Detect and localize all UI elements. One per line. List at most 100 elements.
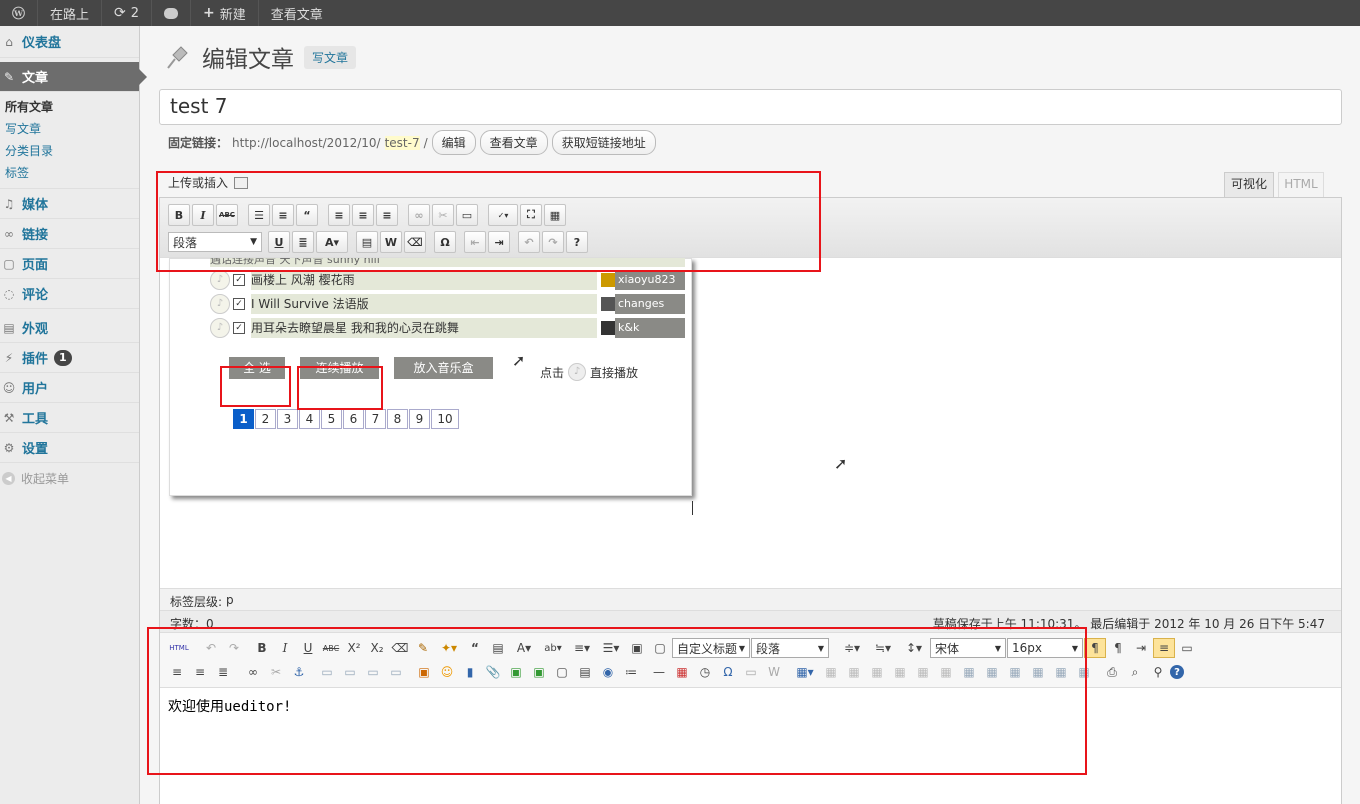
- song-user[interactable]: k&k: [615, 317, 685, 338]
- add-to-music-box-button[interactable]: 放入音乐盒: [394, 357, 493, 379]
- music-note-icon[interactable]: ♪: [210, 317, 230, 338]
- menu-dashboard[interactable]: ⌂ 仪表盘: [0, 26, 139, 58]
- pager-item[interactable]: 3: [277, 409, 298, 429]
- pager-item-active[interactable]: 1: [233, 409, 254, 429]
- new-label: 新建: [219, 7, 246, 23]
- permalink-trail: /: [423, 135, 428, 150]
- annotation-box-ueditor: [147, 627, 1087, 775]
- permalink-row: 固定链接： http://localhost/2012/10/test-7/ 编…: [168, 130, 656, 155]
- path-value[interactable]: p: [226, 593, 234, 607]
- submenu-all-posts[interactable]: 所有文章: [5, 96, 139, 118]
- user-avatar: [601, 272, 615, 287]
- annotation-box-continuous-play: [297, 366, 383, 410]
- updates-link[interactable]: ⟳ 2: [102, 0, 153, 26]
- refresh-icon: ⟳: [114, 5, 126, 21]
- user-avatar: [601, 320, 615, 335]
- preview-icon[interactable]: ▭: [1176, 638, 1198, 658]
- menu-comments-label: 评论: [22, 288, 49, 303]
- music-list: ♪ ✓ 画楼上 风潮 樱花雨 xiaoyu823 ♪ ✓ I Will Surv…: [210, 268, 685, 340]
- menu-tools-label: 工具: [22, 412, 49, 427]
- settings-icon: ⚙: [3, 440, 15, 455]
- song-checkbox[interactable]: ✓: [233, 297, 245, 310]
- site-name-label: 在路上: [50, 7, 90, 23]
- rtl-icon[interactable]: ¶: [1107, 638, 1129, 658]
- menu-appearance[interactable]: ▤ 外观: [0, 313, 139, 343]
- song-title[interactable]: 用耳朵去瞭望晨星 我和我的心灵在跳舞: [251, 317, 597, 338]
- wrench-icon: ⚒: [3, 410, 15, 425]
- music-note-icon[interactable]: ♪: [210, 293, 230, 314]
- permalink-url: http://localhost/2012/10/: [232, 135, 381, 150]
- pager-item[interactable]: 8: [387, 409, 408, 429]
- menu-settings-label: 设置: [22, 442, 49, 457]
- pager-item[interactable]: 9: [409, 409, 430, 429]
- pager-item[interactable]: 5: [321, 409, 342, 429]
- appearance-icon: ▤: [3, 320, 15, 335]
- search-replace-icon[interactable]: ⚲: [1147, 662, 1169, 682]
- tab-html[interactable]: HTML: [1278, 172, 1324, 197]
- menu-posts[interactable]: ✎ 文章: [0, 62, 147, 92]
- direct-play-hint: 点击 ♪ 直接播放: [540, 363, 638, 381]
- submenu-categories[interactable]: 分类目录: [5, 140, 139, 162]
- pager-item[interactable]: 6: [343, 409, 364, 429]
- collapse-menu-label: 收起菜单: [21, 471, 70, 486]
- menu-settings[interactable]: ⚙ 设置: [0, 433, 139, 463]
- menu-users-label: 用户: [22, 382, 49, 397]
- music-row: ♪ ✓ 用耳朵去瞭望晨星 我和我的心灵在跳舞 k&k: [210, 316, 685, 339]
- collapse-menu[interactable]: ◀ 收起菜单: [0, 463, 139, 493]
- menu-dashboard-label: 仪表盘: [22, 36, 62, 51]
- text-caret: [692, 501, 693, 515]
- preview-search-icon[interactable]: ⌕: [1124, 662, 1146, 682]
- comments-link[interactable]: [152, 0, 192, 26]
- annotation-box-tinymce-toolbar: [156, 171, 821, 272]
- menu-comments[interactable]: ◌ 评论: [0, 279, 139, 309]
- edit-permalink-button[interactable]: 编辑: [431, 130, 476, 155]
- song-user[interactable]: changes: [615, 293, 685, 314]
- song-checkbox[interactable]: ✓: [233, 321, 245, 334]
- justify-left-icon[interactable]: ≡: [1153, 638, 1175, 658]
- pager-item[interactable]: 7: [365, 409, 386, 429]
- get-shortlink-button[interactable]: 获取短链接地址: [551, 130, 656, 155]
- song-user[interactable]: xiaoyu823: [615, 269, 685, 290]
- help-icon[interactable]: ?: [1170, 665, 1184, 679]
- song-title[interactable]: I Will Survive 法语版: [251, 293, 597, 314]
- editor-content-area[interactable]: 遇话连接声音 天下声音 sunny hill ♪ ✓ 画楼上 风潮 樱花雨 xi…: [160, 258, 1341, 588]
- song-checkbox[interactable]: ✓: [233, 273, 245, 286]
- menu-links[interactable]: ∞ 链接: [0, 219, 139, 249]
- print-icon[interactable]: ⎙: [1101, 662, 1123, 682]
- chain-link-icon: ∞: [4, 226, 14, 241]
- menu-users[interactable]: ☺ 用户: [0, 373, 139, 403]
- posts-submenu: 所有文章 写文章 分类目录 标签: [0, 92, 139, 189]
- pager-item[interactable]: 2: [255, 409, 276, 429]
- view-post-button[interactable]: 查看文章: [479, 130, 548, 155]
- tab-visual[interactable]: 可视化: [1224, 172, 1274, 197]
- direct-play-label: 直接播放: [590, 365, 639, 380]
- add-new-post-button[interactable]: 写文章: [304, 45, 357, 69]
- post-title-input[interactable]: test 7: [159, 89, 1342, 125]
- menu-appearance-label: 外观: [22, 322, 49, 337]
- wordpress-logo-icon[interactable]: W: [0, 0, 38, 26]
- new-content-link[interactable]: + 新建: [191, 0, 259, 26]
- page-header: 编辑文章 写文章: [162, 40, 357, 74]
- menu-plugins-label: 插件: [22, 352, 49, 367]
- indent-icon[interactable]: ⇥: [1130, 638, 1152, 658]
- users-icon: ☺: [2, 380, 16, 395]
- menu-posts-label: 文章: [22, 71, 49, 86]
- submenu-tags[interactable]: 标签: [5, 162, 139, 184]
- ltr-icon[interactable]: ¶: [1084, 638, 1106, 658]
- permalink-label: 固定链接：: [168, 136, 229, 150]
- menu-plugins[interactable]: ⚡ 插件 1: [0, 343, 139, 373]
- site-name-link[interactable]: 在路上: [38, 0, 103, 26]
- mouse-cursor-icon: ➚: [834, 454, 848, 473]
- submenu-add-post[interactable]: 写文章: [5, 118, 139, 140]
- song-title[interactable]: 画楼上 风潮 樱花雨: [251, 269, 597, 290]
- menu-pages[interactable]: ▢ 页面: [0, 249, 139, 279]
- permalink-slug[interactable]: test-7: [384, 135, 420, 150]
- menu-media[interactable]: ♫ 媒体: [0, 189, 139, 219]
- comment-bubble-icon: [164, 7, 179, 19]
- music-note-icon[interactable]: ♪: [210, 269, 230, 290]
- view-post-link[interactable]: 查看文章: [259, 0, 335, 26]
- pager-item[interactable]: 10: [431, 409, 459, 429]
- click-label: 点击: [540, 365, 565, 380]
- menu-tools[interactable]: ⚒ 工具: [0, 403, 139, 433]
- pager-item[interactable]: 4: [299, 409, 320, 429]
